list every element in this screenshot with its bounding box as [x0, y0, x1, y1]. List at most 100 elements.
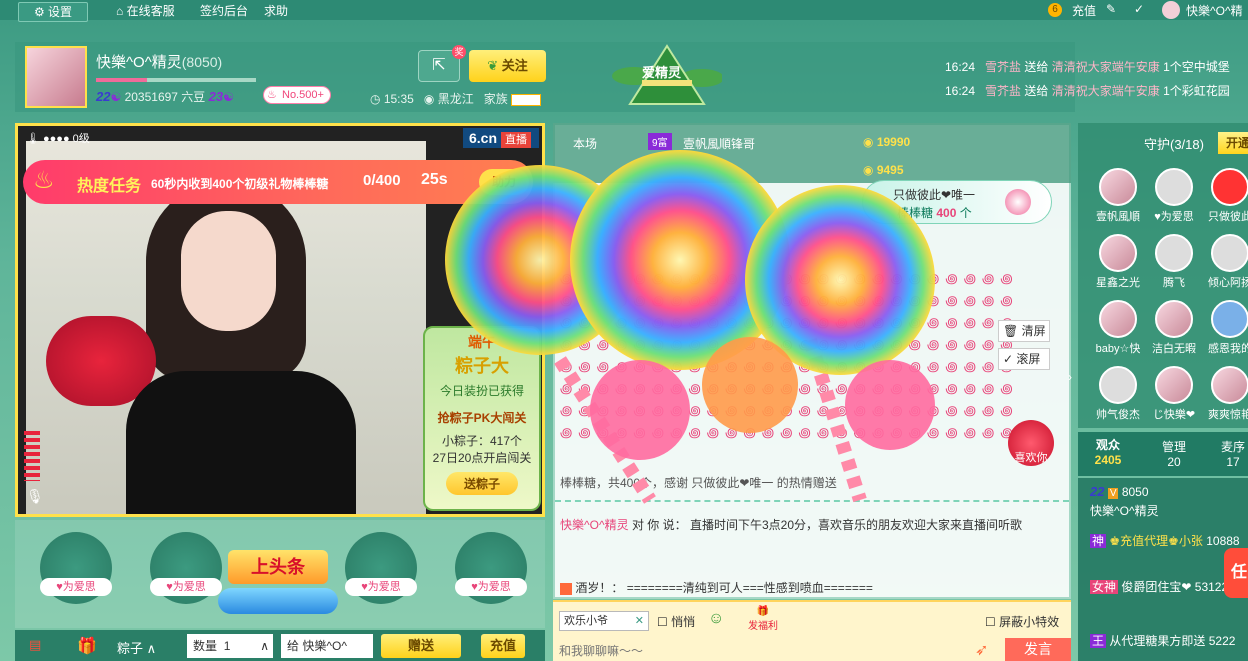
red-packet-icon[interactable]: ▤: [29, 637, 41, 653]
gift-feed-row: 16:24 雪芥盐 送给 清清祝大家端午安康 1个彩虹花园: [945, 84, 1230, 98]
anchor-name-block: 快樂^O^精灵(8050): [96, 51, 222, 72]
avatar: [1099, 168, 1137, 206]
chat-input[interactable]: [559, 641, 959, 661]
anchor-level: 22: [96, 89, 111, 104]
face-shape: [181, 211, 276, 331]
task-side-button[interactable]: 任: [1224, 548, 1248, 598]
rank-badge[interactable]: ♨ No.500+: [263, 86, 331, 104]
avatar: [1155, 366, 1193, 404]
avatar: [1155, 168, 1193, 206]
audience-row[interactable]: 女神 俊爵团住宝❤ 53122: [1090, 578, 1228, 595]
follow-button[interactable]: ❦ 关注: [469, 50, 546, 82]
zongzi-mascot[interactable]: 爱精灵: [612, 42, 724, 110]
gift-feed-row: 16:24 雪芥盐 送给 清清祝大家端午安康 1个空中城堡: [945, 60, 1230, 74]
guard-member[interactable]: 壹帆風順: [1088, 168, 1148, 224]
task-progress: 0/400: [363, 172, 401, 189]
audience-tabs: 观众 2405 管理 20 麦序 17: [1078, 432, 1248, 476]
quick-target-select[interactable]: 欢乐小爷 ✕: [559, 611, 649, 631]
task-desc: 60秒内收到400个初级礼物棒棒糖: [151, 177, 329, 191]
chat-sender[interactable]: 快樂^O^精灵: [560, 518, 629, 532]
anchor-avatar[interactable]: [25, 46, 87, 108]
anchor-name: 快樂^O^精灵: [96, 54, 182, 71]
rocket-icon[interactable]: ➶: [975, 640, 988, 660]
guard-title: 守护(3/18): [1144, 137, 1204, 152]
bottom-slot[interactable]: ♥为爱思: [345, 532, 417, 604]
hot-level: 🌡 ●●●● 0级: [26, 133, 90, 145]
avatar: [1155, 234, 1193, 272]
bottom-slot[interactable]: ♥为爱思: [40, 532, 112, 604]
clock-icon: ◷: [370, 92, 381, 106]
emoji-icon[interactable]: ☺: [708, 610, 724, 628]
guard-member[interactable]: 星鑫之光: [1088, 234, 1148, 290]
quantity-select[interactable]: 数量 1 ∧: [187, 634, 273, 658]
send-gift-button[interactable]: 赠送: [381, 634, 461, 658]
settings-button[interactable]: ⚙ 设置: [18, 2, 88, 22]
whisper-checkbox[interactable]: ☐ 悄悄: [657, 613, 695, 630]
bottom-slot[interactable]: ♥为爱思: [455, 532, 527, 604]
close-icon[interactable]: ✕: [635, 612, 644, 630]
region: 黑龙江: [437, 92, 474, 106]
anchor-header: 快樂^O^精灵(8050) 22☯ 20351697 六豆 23☯ ♨ No.50…: [15, 42, 1075, 112]
edit-icon[interactable]: ✎: [1106, 2, 1116, 16]
feed-user[interactable]: 雪芥盐: [985, 84, 1021, 98]
collapse-arrow-icon[interactable]: ›: [1068, 370, 1072, 384]
avatar: [1211, 300, 1248, 338]
feed-target[interactable]: 清清祝大家端午安康: [1052, 84, 1160, 98]
guard-member[interactable]: 倾心阿扬: [1200, 234, 1248, 290]
avatar: [1211, 234, 1248, 272]
send-message-button[interactable]: 发言: [1005, 638, 1071, 661]
wave-shape: [218, 588, 338, 614]
user-name[interactable]: 快樂^O^精: [1186, 2, 1243, 19]
guard-member[interactable]: 感恩我的: [1200, 300, 1248, 356]
recipient-select[interactable]: 给 快樂^O^: [281, 634, 373, 658]
welfare-button[interactable]: 🎁 发福利: [748, 606, 778, 632]
system-icon: [560, 582, 572, 595]
avatar: [1211, 168, 1248, 206]
guard-member[interactable]: 洁白无暇: [1144, 300, 1204, 356]
zongzi-label: 爱精灵: [642, 65, 682, 80]
mic-icon[interactable]: 🎙: [26, 488, 44, 505]
open-guard-button[interactable]: 开通: [1218, 132, 1248, 154]
headline-label: 上头条: [228, 550, 328, 584]
guard-member[interactable]: 爽爽惊艳: [1200, 366, 1248, 422]
user-avatar[interactable]: [1162, 1, 1180, 19]
headline-banner[interactable]: 上头条: [208, 530, 338, 620]
guard-member[interactable]: 只做彼此: [1200, 168, 1248, 224]
feed-user[interactable]: 雪芥盐: [985, 60, 1021, 74]
anchor-info: ◷ 15:35 ◉ 黑龙江 家族: [370, 90, 542, 107]
leaf-icon: ❦: [487, 58, 499, 73]
share-icon: ⇱: [432, 57, 446, 74]
share-reward-badge: 奖: [452, 45, 466, 59]
gift-icon: 🎁: [77, 638, 97, 655]
avatar: [1099, 366, 1137, 404]
service-link[interactable]: ⌂ 在线客服: [116, 2, 175, 19]
top-bar: ⚙ 设置 ⌂ 在线客服 签约后台 求助 6 充值 ✎ ✓ 快樂^O^精: [0, 0, 1248, 22]
avatar: [1211, 366, 1248, 404]
tab-viewers[interactable]: 观众 2405: [1078, 436, 1138, 467]
feed-target[interactable]: 清清祝大家端午安康: [1052, 60, 1160, 74]
audience-row[interactable]: 神 ♚充值代理♚小张 10888: [1090, 532, 1240, 549]
guard-member[interactable]: 帅气俊杰: [1088, 366, 1148, 422]
recharge-link[interactable]: 充值: [1072, 2, 1096, 19]
level-progress-bar: [96, 78, 256, 82]
help-link[interactable]: 求助: [264, 2, 288, 19]
audience-row[interactable]: 王 从代理糖果方即送 5222: [1090, 632, 1235, 649]
lollipop-effect: [445, 150, 935, 504]
sign-backend-link[interactable]: 签约后台: [200, 2, 248, 19]
audience-row[interactable]: 快樂^O^精灵: [1090, 502, 1159, 519]
audience-row[interactable]: 22 V 8050: [1090, 484, 1149, 499]
guard-member[interactable]: じ快樂❤: [1144, 366, 1204, 422]
gift-bar: ▤ 🎁 粽子 ∧ 数量 1 ∧ 给 快樂^O^ 赠送 充值: [15, 630, 545, 661]
guard-member[interactable]: 腾飞: [1144, 234, 1204, 290]
guard-member[interactable]: ♥为爱思: [1144, 168, 1204, 224]
tab-admins[interactable]: 管理 20: [1144, 438, 1204, 469]
avatar: [1099, 300, 1137, 338]
tab-wheat[interactable]: 麦序 17: [1203, 438, 1248, 469]
avatar: [1099, 234, 1137, 272]
check-icon[interactable]: ✓: [1134, 2, 1144, 16]
hide-effects-checkbox[interactable]: ☐ 屏蔽小特效: [985, 613, 1059, 630]
guard-member[interactable]: baby☆快: [1088, 300, 1148, 356]
recharge-button[interactable]: 充值: [481, 634, 525, 658]
family-label: 家族: [483, 92, 508, 106]
gift-select[interactable]: 粽子 ∧: [117, 638, 156, 657]
